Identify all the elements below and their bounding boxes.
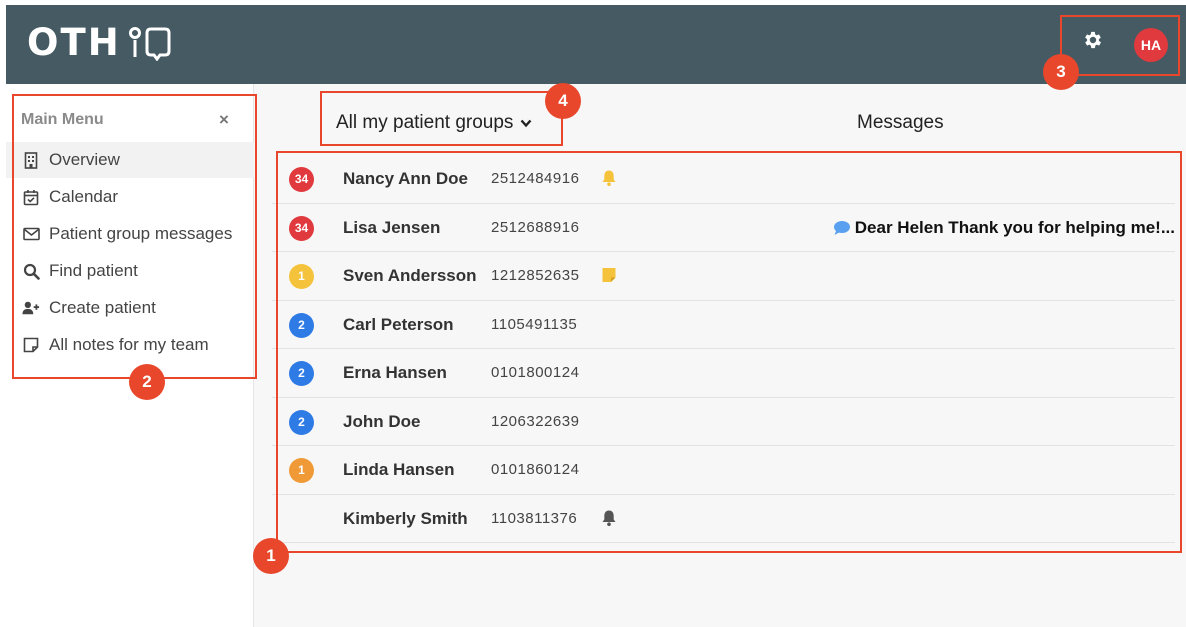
annotation-box-main-menu (12, 94, 257, 379)
messages-column-header: Messages (857, 112, 944, 133)
annotation-marker-4: 4 (545, 83, 581, 119)
logo-mark-icon (128, 27, 171, 61)
annotation-marker-2: 2 (129, 364, 165, 400)
top-header: OTH HA (6, 5, 1186, 84)
annotation-box-patient-list (276, 151, 1182, 553)
annotation-box-group-selector (320, 91, 563, 146)
logo-text: OTH (27, 21, 121, 64)
annotation-marker-3: 3 (1043, 54, 1079, 90)
annotation-marker-1: 1 (253, 538, 289, 574)
app-logo[interactable]: OTH (27, 23, 171, 63)
